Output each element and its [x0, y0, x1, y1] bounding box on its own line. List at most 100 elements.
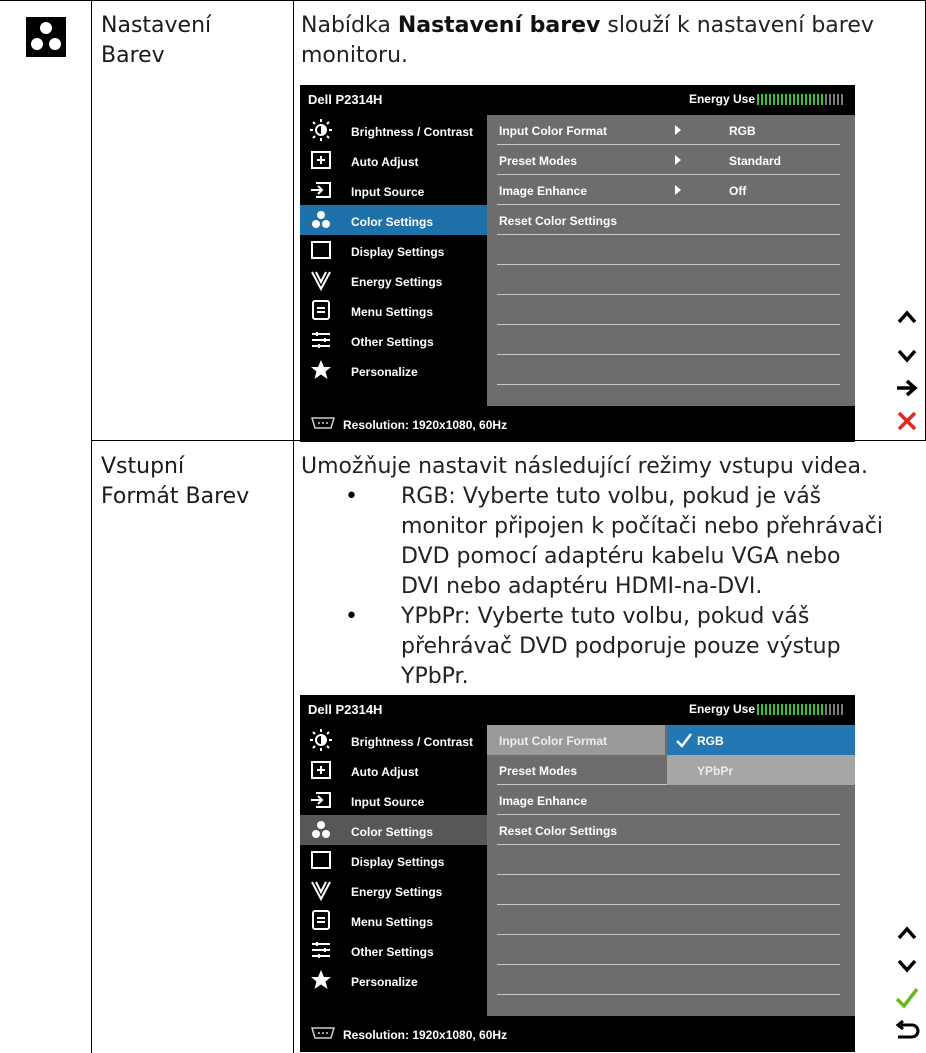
menu-item-energy-settings[interactable]: Energy Settings	[300, 875, 487, 905]
osd-submenu: Input Color Format RGB Preset Modes Stan…	[487, 115, 855, 406]
close-button[interactable]	[892, 406, 922, 436]
down-button[interactable]	[892, 950, 922, 980]
grid-line	[91, 0, 92, 1053]
checkmark-icon	[676, 733, 692, 748]
submenu-row-input-color-format[interactable]: Input Color Format	[487, 725, 665, 755]
color-settings-icon	[26, 17, 66, 57]
submenu-row-empty	[487, 325, 855, 355]
option-ypbpr-description: YPbPr: Vyberte tuto volbu, pokud váš pře…	[301, 602, 883, 692]
confirm-button[interactable]	[892, 983, 922, 1013]
submenu-row-empty	[487, 845, 855, 875]
menu-item-color-settings[interactable]: Color Settings	[300, 815, 487, 845]
submenu-row-empty	[487, 965, 855, 995]
menu-item-other-settings[interactable]: Other Settings	[300, 935, 487, 965]
submenu-row-reset-color[interactable]: Reset Color Settings	[487, 205, 855, 235]
submenu-row-preset-modes[interactable]: Preset Modes	[487, 755, 667, 785]
input-source-icon	[311, 182, 331, 198]
energy-use-label: Energy Use	[688, 92, 755, 106]
auto-adjust-icon	[311, 761, 331, 779]
menu-item-brightness[interactable]: Brightness / Contrast	[300, 725, 487, 755]
menu-item-personalize[interactable]: Personalize	[300, 965, 487, 995]
setting-description: Nabídka Nastavení barev slouží k nastave…	[301, 13, 874, 68]
color-settings-icon	[312, 821, 330, 838]
arrow-right-icon	[675, 185, 681, 195]
energy-meter	[757, 94, 845, 105]
submenu-row-image-enhance[interactable]: Image Enhance	[487, 785, 855, 815]
submenu-row-input-color-format[interactable]: Input Color Format RGB	[487, 115, 855, 145]
setting-intro: Umožňuje nastavit následující režimy vst…	[301, 454, 868, 479]
auto-adjust-icon	[311, 151, 331, 169]
menu-item-other-settings[interactable]: Other Settings	[300, 325, 487, 355]
submenu-row-empty	[487, 905, 855, 935]
osd-main-menu: Brightness / Contrast Auto Adjust Input …	[300, 725, 487, 1016]
osd-model: Dell P2314H	[308, 92, 383, 107]
down-button[interactable]	[892, 340, 922, 370]
energy-use-label: Energy Use	[688, 702, 755, 716]
menu-item-auto-adjust[interactable]: Auto Adjust	[300, 145, 487, 175]
submenu-row-empty	[487, 265, 855, 295]
menu-item-display-settings[interactable]: Display Settings	[300, 235, 487, 265]
submenu-row-empty	[487, 295, 855, 325]
submenu-value: Off	[729, 184, 747, 198]
resolution-label: Resolution: 1920x1080, 60Hz	[343, 1028, 508, 1042]
submenu-row-reset-color[interactable]: Reset Color Settings	[487, 815, 855, 845]
enter-button[interactable]	[892, 373, 922, 403]
submenu-row-empty	[487, 235, 855, 265]
back-button[interactable]	[892, 1016, 922, 1046]
other-settings-icon	[312, 332, 330, 348]
brightness-icon	[310, 119, 332, 141]
menu-item-auto-adjust[interactable]: Auto Adjust	[300, 755, 487, 785]
grid-line	[293, 0, 294, 1053]
setting-name: Vstupní Formát Barev	[101, 454, 250, 509]
osd-header: Dell P2314H Energy Use	[300, 85, 855, 115]
display-settings-icon	[311, 241, 331, 259]
osd-footer: Resolution: 1920x1080, 60Hz	[300, 1016, 855, 1052]
vga-connector-icon	[310, 417, 336, 429]
osd-model: Dell P2314H	[308, 702, 383, 717]
submenu-row-empty	[487, 355, 855, 385]
display-settings-icon	[311, 851, 331, 869]
resolution-label: Resolution: 1920x1080, 60Hz	[343, 418, 508, 432]
menu-item-color-settings[interactable]: Color Settings	[300, 205, 487, 235]
grid-line	[0, 0, 926, 1]
menu-item-display-settings[interactable]: Display Settings	[300, 845, 487, 875]
option-rgb[interactable]: RGB	[667, 725, 855, 755]
menu-item-brightness[interactable]: Brightness / Contrast	[300, 115, 487, 145]
option-rgb-description: RGB: Vyberte tuto volbu, pokud je váš mo…	[301, 482, 883, 602]
vga-connector-icon	[310, 1027, 336, 1039]
arrow-right-icon	[675, 155, 681, 165]
submenu-value: Standard	[729, 154, 782, 168]
osd-menu-color-settings: Dell P2314H Energy Use Brightness / Cont…	[300, 85, 855, 442]
osd-main-menu: Brightness / Contrast Auto Adjust Input …	[300, 115, 487, 406]
menu-item-menu-settings[interactable]: Menu Settings	[300, 295, 487, 325]
energy-settings-icon	[311, 271, 331, 291]
option-ypbpr[interactable]: YPbPr	[667, 755, 855, 785]
menu-settings-icon	[312, 300, 330, 320]
energy-meter	[757, 704, 845, 715]
submenu-value: RGB	[729, 124, 756, 138]
energy-settings-icon	[311, 881, 331, 901]
menu-item-personalize[interactable]: Personalize	[300, 355, 487, 385]
submenu-row-image-enhance[interactable]: Image Enhance Off	[487, 175, 855, 205]
submenu-row-empty	[487, 935, 855, 965]
star-icon	[311, 360, 331, 379]
menu-item-input-source[interactable]: Input Source	[300, 785, 487, 815]
menu-settings-icon	[312, 910, 330, 930]
osd-header: Dell P2314H Energy Use	[300, 695, 855, 725]
star-icon	[311, 970, 331, 989]
menu-item-input-source[interactable]: Input Source	[300, 175, 487, 205]
option-list: RGB: Vyberte tuto volbu, pokud je váš mo…	[301, 482, 883, 692]
menu-item-menu-settings[interactable]: Menu Settings	[300, 905, 487, 935]
setting-name: Nastavení Barev	[101, 13, 212, 68]
up-button[interactable]	[892, 302, 922, 332]
brightness-icon	[310, 729, 332, 751]
input-source-icon	[311, 792, 331, 808]
color-settings-icon	[312, 211, 330, 228]
arrow-right-icon	[675, 125, 681, 135]
osd-menu-input-color-format: Dell P2314H Energy Use Brightness / Cont…	[300, 695, 855, 1052]
up-button[interactable]	[892, 918, 922, 948]
submenu-row-preset-modes[interactable]: Preset Modes Standard	[487, 145, 855, 175]
osd-footer: Resolution: 1920x1080, 60Hz	[300, 406, 855, 442]
osd-submenu: RGB YPbPr Input Color Format Preset Mode…	[487, 725, 855, 1016]
menu-item-energy-settings[interactable]: Energy Settings	[300, 265, 487, 295]
